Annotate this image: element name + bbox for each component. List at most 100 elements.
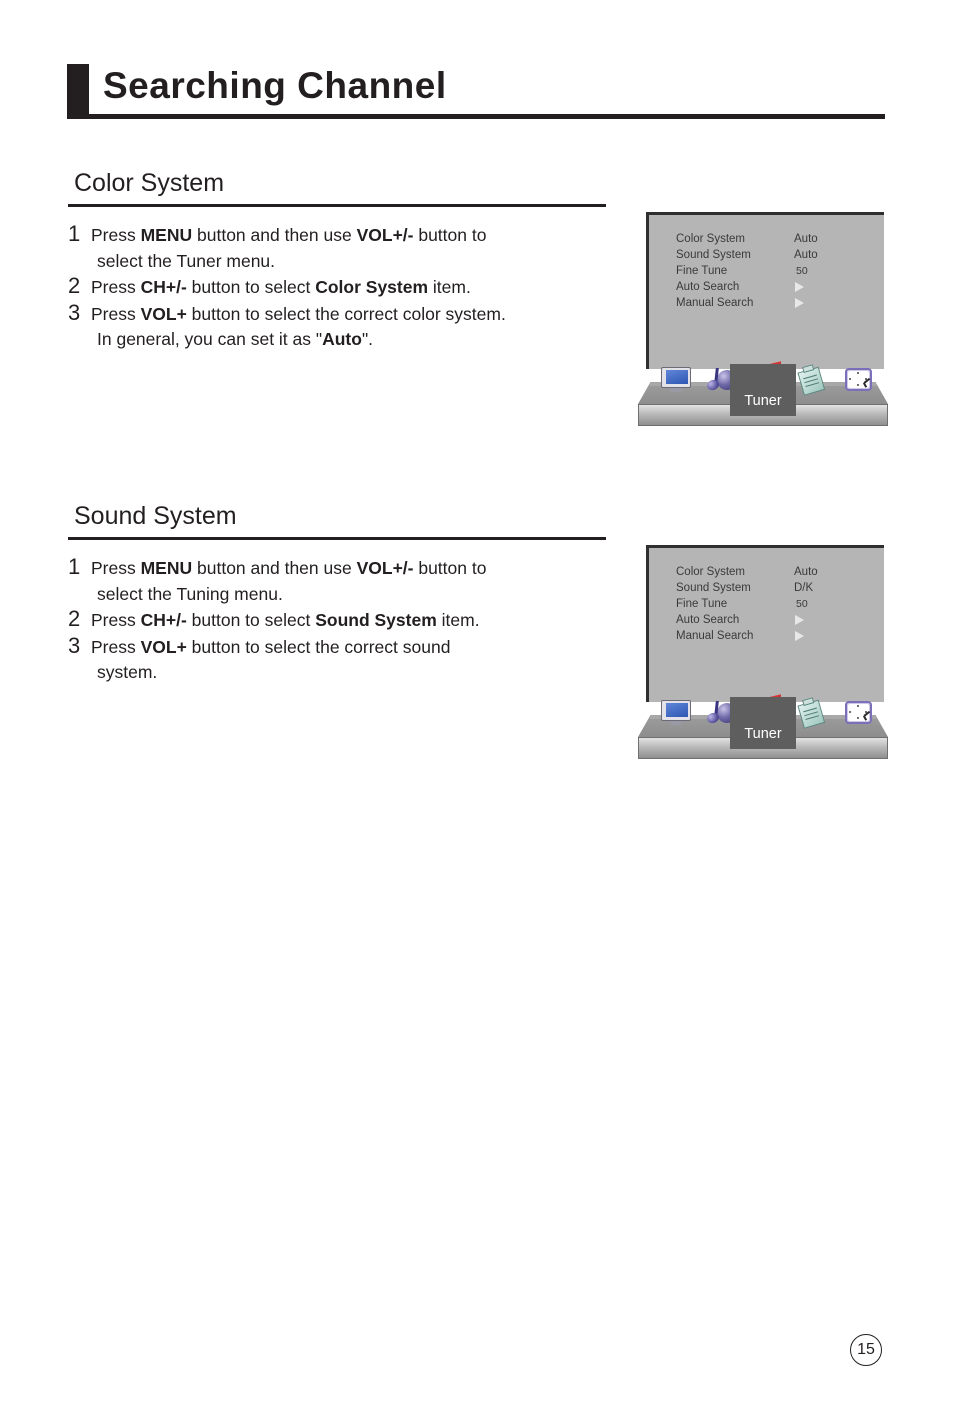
osd-tab-label: Tuner [744,726,782,742]
osd-item-label: Manual Search [676,630,754,642]
step-text-part: Press [91,558,141,578]
list-item: 1 Press MENU button and then use VOL+/- … [68,554,628,607]
step-text-part: Press [91,225,141,245]
step-key-auto: Auto [322,329,362,349]
section-heading: Color System [74,169,225,197]
monitor-screen [666,703,688,717]
step-text: Press MENU button and then use VOL+/- bu… [91,225,486,245]
step-text-line2: select the Tuner menu. [97,250,276,271]
osd-tab-tuner[interactable]: Tuner [730,697,796,749]
list-item: 3 Press VOL+ button to select the correc… [68,299,628,353]
osd-menu-item[interactable]: Fine Tune 50 [676,596,866,612]
step-key-item: Color System [315,277,429,297]
step-number: 1 [68,221,81,246]
osd-item-label: Manual Search [676,297,754,309]
osd-menu-item[interactable]: Sound System D/K [676,580,866,596]
step-text-part: button to [413,225,487,245]
osd-screen: Color System Auto Sound System D/K Fine … [646,545,884,702]
step-key-vol: VOL+ [140,636,187,657]
clipboard-icon[interactable] [796,364,830,396]
osd-item-value: Auto [794,566,818,578]
music-note [705,368,721,392]
osd-item-value: D/K [794,582,814,594]
clock-icon[interactable] [842,700,876,726]
monitor-stand [671,721,681,725]
chevron-right-icon [795,631,804,641]
section-heading: Sound System [74,502,237,530]
osd-item-label: Auto Search [676,614,740,626]
clipboard-icon[interactable] [796,697,830,729]
step-number: 2 [68,606,81,631]
osd-menu-list: Color System Auto Sound System Auto Fine… [676,231,866,311]
clock-minute-hand [863,715,868,721]
osd-item-value: Auto [794,249,818,261]
step-key-vol: VOL+ [140,303,187,324]
step-key-ch: CH+/- [140,277,187,297]
step-text-part: button to select [186,610,316,630]
osd-item-label: Sound System [676,249,751,261]
osd-menu-item[interactable]: Manual Search [676,628,866,644]
step-text: Press VOL+ button to select the correct … [91,304,506,324]
section-rule [68,204,606,207]
step-key-vol: VOL+/- [356,558,414,578]
osd-item-label: Auto Search [676,281,740,293]
step-text-part: In general, you can set it as " [97,329,323,349]
osd-menu-item[interactable]: Auto Search [676,612,866,628]
step-key-item: Sound System [315,610,437,630]
monitor-icon[interactable] [659,700,693,726]
clock-minute-hand [863,382,868,388]
osd-menu-item[interactable]: Sound System Auto [676,247,866,263]
step-text-part: Press [91,303,141,324]
osd-item-label: Color System [676,233,746,245]
monitor-icon[interactable] [659,367,693,393]
osd-menu-item[interactable]: Fine Tune 50 [676,263,866,279]
section-color-system: Color System 1 Press MENU button and the… [68,168,628,354]
step-text-line2: In general, you can set it as "Auto". [91,327,628,353]
step-key-menu: MENU [140,225,193,245]
osd-menu-item[interactable]: Color System Auto [676,231,866,247]
step-text-part: item. [436,610,480,630]
title-rule [67,114,885,119]
step-number: 3 [68,632,81,658]
step-number: 1 [68,554,81,579]
step-list: 1 Press MENU button and then use VOL+/- … [68,221,628,353]
step-number: 2 [68,273,81,298]
osd-preview-color-system: Color System Auto Sound System Auto Fine… [638,212,888,430]
step-text-part: button and then use [192,225,357,245]
osd-menu-item[interactable]: Color System Auto [676,564,866,580]
clock-icon[interactable] [842,367,876,393]
osd-tab-tuner[interactable]: Tuner [730,364,796,416]
step-text-part: button and then use [192,558,357,578]
monitor-body [661,367,691,388]
step-list: 1 Press MENU button and then use VOL+/- … [68,554,628,686]
osd-screen: Color System Auto Sound System Auto Fine… [646,212,884,369]
monitor-body [661,700,691,721]
step-text: Press CH+/- button to select Color Syste… [91,277,471,297]
page-number: 15 [850,1334,882,1366]
step-text: Press MENU button and then use VOL+/- bu… [91,558,486,578]
monitor-screen [666,370,688,384]
step-text-part: Press [91,636,141,657]
step-key-ch: CH+/- [140,610,187,630]
step-key-vol: VOL+/- [356,225,414,245]
step-text-part: Press [91,610,141,630]
step-number: 3 [68,299,81,325]
step-text-part: button to select the correct color syste… [186,303,506,324]
clipboard-graphic [797,697,827,729]
chevron-right-icon [795,298,804,308]
osd-tab-label: Tuner [744,393,782,409]
step-text-line2: select the Tuning menu. [97,583,283,604]
step-text-part: button to select [186,277,316,297]
list-item: 2 Press CH+/- button to select Sound Sys… [68,606,628,634]
step-text-part: button to [413,558,487,578]
list-item: 2 Press CH+/- button to select Color Sys… [68,273,628,301]
osd-item-value: Auto [794,233,818,245]
step-key-menu: MENU [140,558,193,578]
osd-menu-item[interactable]: Manual Search [676,295,866,311]
clipboard-graphic [797,364,827,396]
osd-menu-item[interactable]: Auto Search [676,279,866,295]
music-note [705,701,721,725]
section-sound-system: Sound System 1 Press MENU button and the… [68,501,628,687]
step-text: Press CH+/- button to select Sound Syste… [91,610,480,630]
osd-item-label: Fine Tune [676,265,728,277]
